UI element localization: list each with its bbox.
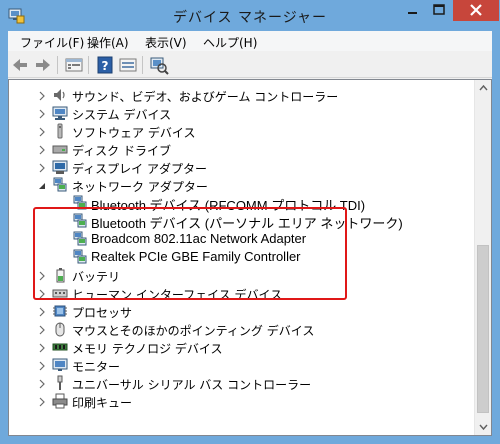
toolbar-separator <box>88 56 89 74</box>
device-manager-window: デバイス マネージャー ファイル(F) 操作(A) 表示(V) ヘルプ(H) ?… <box>0 0 500 444</box>
expand-arrow-icon[interactable] <box>37 306 47 317</box>
processor-icon <box>52 303 68 319</box>
minimize-button[interactable] <box>399 0 426 21</box>
tree-item-monitors[interactable]: モニター <box>9 356 473 374</box>
tree-item-label: ディスク ドライブ <box>72 144 171 158</box>
expand-arrow-icon[interactable] <box>37 360 47 371</box>
printer-icon <box>52 393 68 409</box>
tree-item-label: サウンド、ビデオ、およびゲーム コントローラー <box>72 90 339 104</box>
monitor-icon <box>52 357 68 373</box>
menu-view[interactable]: 表示(V) <box>145 34 187 51</box>
help-icon[interactable]: ? <box>95 55 115 75</box>
tree-item-system-devices[interactable]: システム デバイス <box>9 104 473 122</box>
tree-item-label: マウスとそのほかのポインティング デバイス <box>72 324 315 338</box>
tree-item-disk-drives[interactable]: ディスク ドライブ <box>9 140 473 158</box>
toolbar: ? <box>8 52 492 78</box>
expand-arrow-icon[interactable] <box>37 162 47 173</box>
network-adapters-highlight-box <box>33 207 347 300</box>
tree-item-print-queues[interactable]: 印刷キュー <box>9 392 473 410</box>
tree-item-label: ユニバーサル シリアル バス コントローラー <box>72 378 312 392</box>
speaker-icon <box>52 87 68 103</box>
tree-item-label: プロセッサ <box>72 306 133 320</box>
tree-item-label: システム デバイス <box>72 108 172 122</box>
menu-file[interactable]: ファイル(F) <box>20 34 84 51</box>
properties-icon[interactable] <box>64 55 84 75</box>
disk-drive-icon <box>52 141 68 157</box>
maximize-button[interactable] <box>426 0 453 21</box>
client-area: ファイル(F) 操作(A) 表示(V) ヘルプ(H) ? サウンド、ビデオ、およ… <box>8 31 492 436</box>
collapse-arrow-icon[interactable] <box>37 180 47 190</box>
svg-text:?: ? <box>102 59 109 73</box>
device-tree[interactable]: サウンド、ビデオ、およびゲーム コントローラー システム デバイス ソフトウェア… <box>8 79 492 436</box>
close-button[interactable] <box>453 0 499 21</box>
expand-arrow-icon[interactable] <box>37 108 47 119</box>
vertical-scrollbar[interactable] <box>474 80 491 435</box>
scroll-down-icon[interactable] <box>475 418 491 435</box>
tree-item-memory-technology[interactable]: メモリ テクノロジ デバイス <box>9 338 473 356</box>
tree-item-display-adapters[interactable]: ディスプレイ アダプター <box>9 158 473 176</box>
toolbar-separator <box>142 56 143 74</box>
menu-bar: ファイル(F) 操作(A) 表示(V) ヘルプ(H) <box>8 31 492 51</box>
expand-arrow-icon[interactable] <box>37 144 47 155</box>
tree-item-label: メモリ テクノロジ デバイス <box>72 342 223 356</box>
expand-arrow-icon[interactable] <box>37 126 47 137</box>
tree-item-label: 印刷キュー <box>72 396 133 410</box>
mouse-icon <box>52 321 68 337</box>
tree-item-label: ディスプレイ アダプター <box>72 162 207 176</box>
display-adapter-icon <box>52 159 68 175</box>
usb-icon <box>52 375 68 391</box>
tree-item-software-devices[interactable]: ソフトウェア デバイス <box>9 122 473 140</box>
scan-hardware-icon[interactable] <box>149 55 169 75</box>
expand-arrow-icon[interactable] <box>37 396 47 407</box>
tree-item-label: モニター <box>72 360 121 374</box>
scrollbar-thumb[interactable] <box>477 245 489 413</box>
title-bar[interactable]: デバイス マネージャー <box>0 0 500 31</box>
toolbar-separator <box>57 56 58 74</box>
tree-item-usb-controllers[interactable]: ユニバーサル シリアル バス コントローラー <box>9 374 473 392</box>
expand-arrow-icon[interactable] <box>37 342 47 353</box>
tree-item-mice[interactable]: マウスとそのほかのポインティング デバイス <box>9 320 473 338</box>
forward-arrow-icon[interactable] <box>33 55 53 75</box>
menu-help[interactable]: ヘルプ(H) <box>203 34 257 51</box>
tree-item-network-adapters[interactable]: ネットワーク アダプター <box>9 176 473 194</box>
tree-item-processors[interactable]: プロセッサ <box>9 302 473 320</box>
expand-arrow-icon[interactable] <box>37 90 47 101</box>
expand-arrow-icon[interactable] <box>37 378 47 389</box>
tree-item-label: ソフトウェア デバイス <box>72 126 196 140</box>
network-adapter-icon <box>52 177 68 193</box>
memory-icon <box>52 339 68 355</box>
menu-action[interactable]: 操作(A) <box>87 34 129 51</box>
back-arrow-icon[interactable] <box>10 55 30 75</box>
scroll-up-icon[interactable] <box>475 80 491 97</box>
software-device-icon <box>52 123 68 139</box>
expand-arrow-icon[interactable] <box>37 324 47 335</box>
view-icon[interactable] <box>118 55 138 75</box>
tree-item-sound[interactable]: サウンド、ビデオ、およびゲーム コントローラー <box>9 86 473 104</box>
system-device-icon <box>52 105 68 121</box>
tree-item-label: ネットワーク アダプター <box>72 180 208 194</box>
